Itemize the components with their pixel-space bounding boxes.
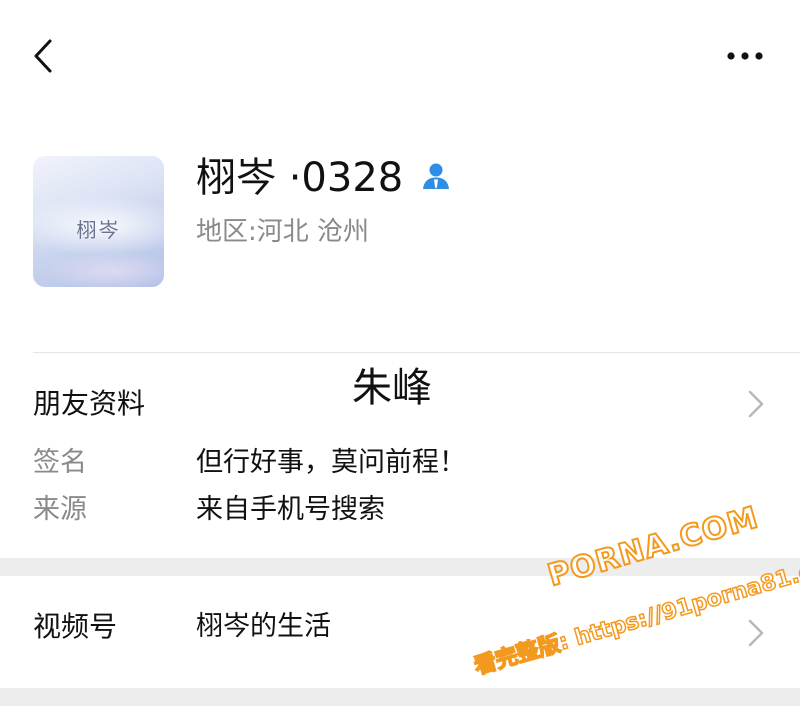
section-separator [0, 558, 800, 576]
section-separator [0, 688, 800, 706]
avatar-text: 栩岑 [76, 218, 121, 242]
source-label: 来源 [33, 494, 87, 525]
chevron-left-icon [34, 39, 52, 73]
profile-page: 栩岑 栩岑 ·0328 地区:河北 沧州 朱峰 朋友资料 签名 但行好事，莫问前… [0, 0, 800, 706]
divider [33, 352, 800, 353]
contact-person-icon [421, 162, 451, 190]
more-button[interactable] [720, 42, 770, 70]
friend-info-title[interactable]: 朋友资料 [33, 384, 145, 424]
chevron-right-icon[interactable] [745, 618, 767, 648]
overlay-name-text: 朱峰 [352, 365, 432, 411]
channels-label[interactable]: 视频号 [33, 607, 117, 647]
region-text: 地区:河北 沧州 [196, 217, 370, 247]
signature-value: 但行好事，莫问前程！ [196, 447, 466, 478]
more-dots-icon [727, 52, 763, 60]
signature-label: 签名 [33, 447, 87, 478]
nickname: 栩岑 ·0328 [196, 155, 404, 201]
avatar[interactable]: 栩岑 [33, 156, 164, 287]
source-value: 来自手机号搜索 [196, 494, 385, 525]
back-button[interactable] [28, 36, 64, 76]
channels-value[interactable]: 栩岑的生活 [196, 607, 331, 647]
chevron-right-icon[interactable] [745, 389, 767, 419]
